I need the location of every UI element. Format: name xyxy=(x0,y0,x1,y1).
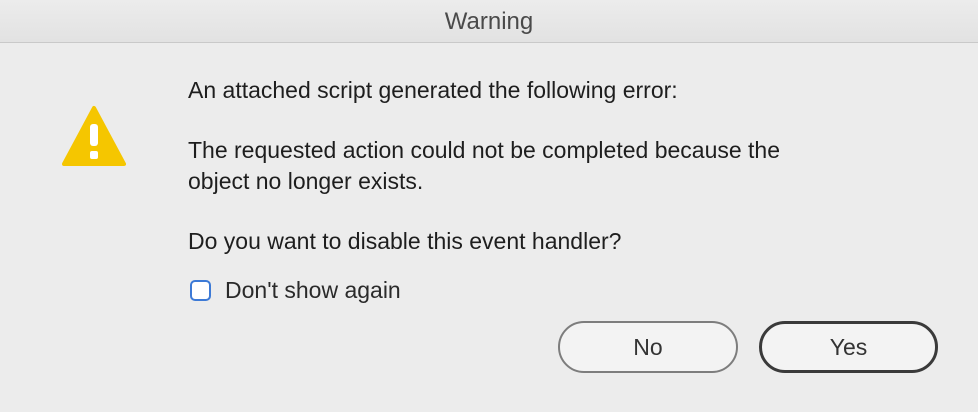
disable-question: Do you want to disable this event handle… xyxy=(188,228,622,254)
dialog-title: Warning xyxy=(444,8,534,35)
warning-dialog: Warning An attached script generated the… xyxy=(0,0,978,412)
title-bar: Warning xyxy=(0,0,978,43)
no-button[interactable]: No xyxy=(558,321,738,373)
error-message-detail-line1: The requested action could not be comple… xyxy=(188,137,781,163)
error-message-intro: An attached script generated the followi… xyxy=(188,77,678,103)
error-message-detail-line2: object no longer exists. xyxy=(188,168,424,194)
dont-show-again-checkbox[interactable] xyxy=(190,279,211,301)
warning-icon xyxy=(62,106,126,166)
dont-show-again-label[interactable]: Don't show again xyxy=(225,277,401,304)
yes-button[interactable]: Yes xyxy=(759,321,938,373)
dont-show-again-option[interactable]: Don't show again xyxy=(190,275,401,305)
